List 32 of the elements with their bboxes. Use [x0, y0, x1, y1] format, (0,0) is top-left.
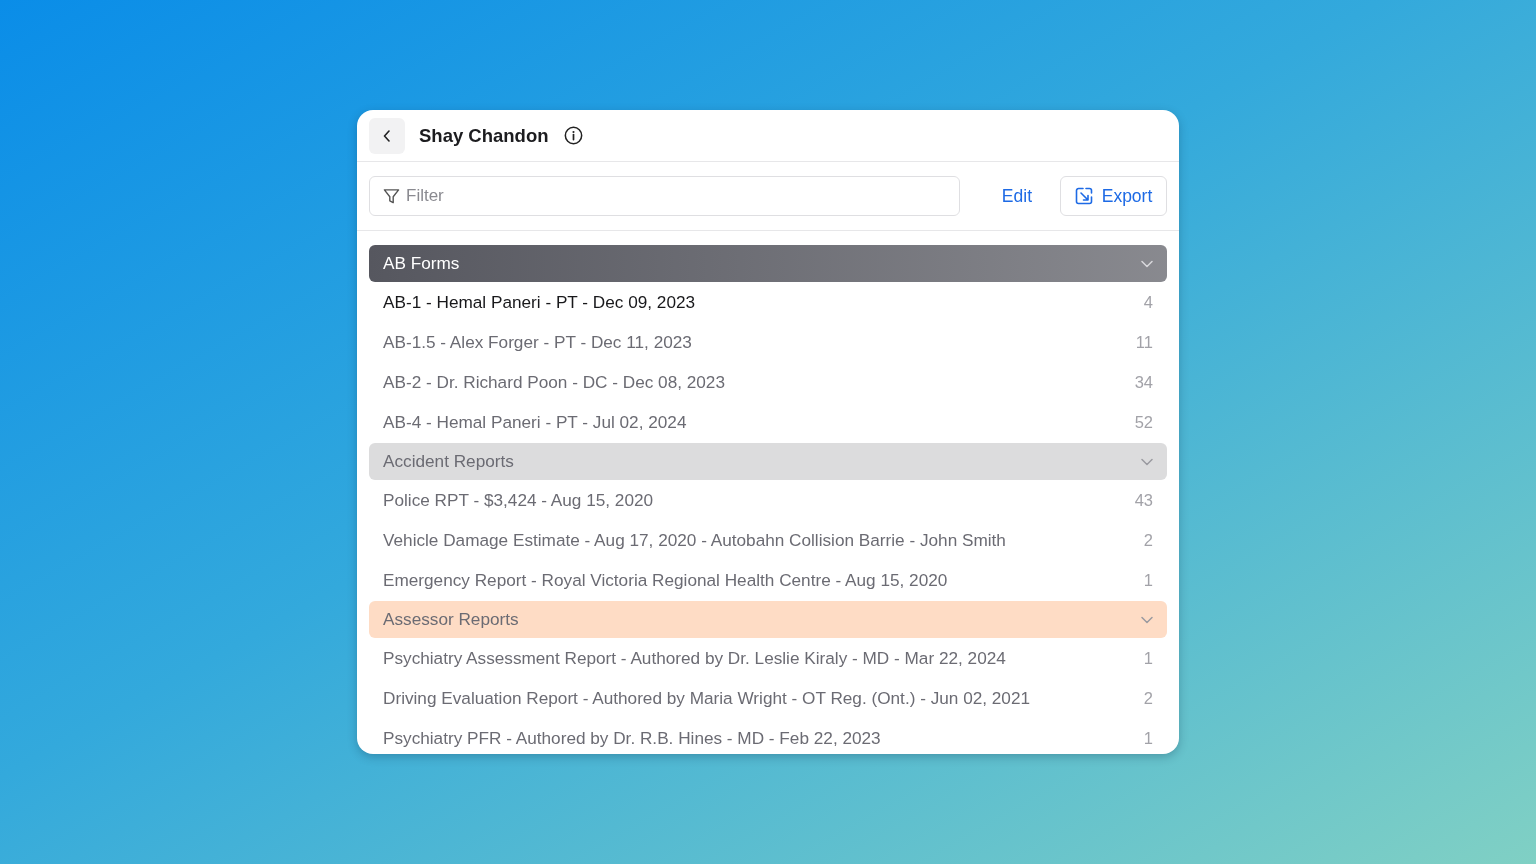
- edit-button[interactable]: Edit: [987, 176, 1046, 216]
- document-item[interactable]: Emergency Report - Royal Victoria Regional Health Centre - Aug 15, 2020: [383, 569, 948, 591]
- document-item[interactable]: AB-2 - Dr. Richard Poon - DC - Dec 08, 2023: [383, 371, 725, 393]
- page-title: Shay Chandon: [419, 124, 549, 147]
- funnel-icon: [383, 187, 400, 205]
- document-item[interactable]: Police RPT - $3,424 - Aug 15, 2020: [383, 489, 654, 511]
- page-count: 1: [1143, 648, 1153, 668]
- document-item[interactable]: AB-4 - Hemal Paneri - PT - Jul 02, 2024: [383, 411, 687, 433]
- document-item[interactable]: AB-1.5 - Alex Forger - PT - Dec 11, 2023: [383, 331, 692, 353]
- back-button[interactable]: [369, 117, 405, 154]
- page-count: 2: [1143, 688, 1153, 708]
- page-count: 52: [1134, 412, 1153, 432]
- group-header[interactable]: Accident Reports: [369, 443, 1167, 480]
- chevron-left-icon: [383, 129, 391, 142]
- export-button[interactable]: Export: [1060, 176, 1167, 216]
- document-item[interactable]: AB-1 - Hemal Paneri - PT - Dec 09, 2023: [383, 291, 696, 313]
- page-count: 1: [1143, 570, 1153, 590]
- document-item[interactable]: Psychiatry PFR - Authored by Dr. R.B. Hines - MD - Feb 22, 2023: [383, 727, 881, 749]
- document-item[interactable]: Driving Evaluation Report - Authored by Maria Wright - OT Reg. (Ont.) - Jun 02, 2021: [383, 687, 1031, 709]
- page-count: 43: [1134, 490, 1153, 510]
- info-icon[interactable]: [563, 126, 583, 145]
- page-count: 34: [1134, 372, 1153, 392]
- page-count: 4: [1143, 292, 1153, 312]
- page-count: 1: [1143, 728, 1153, 748]
- export-icon: [1074, 187, 1093, 205]
- filter-field[interactable]: Filter: [369, 176, 960, 216]
- document-item[interactable]: Vehicle Damage Estimate - Aug 17, 2020 - Autobahn Collision Barrie - John Smith: [383, 529, 1006, 551]
- document-item[interactable]: Psychiatry Assessment Report - Authored by Dr. Leslie Kiraly - MD - Mar 22, 2024: [383, 647, 1006, 669]
- group-header[interactable]: Assessor Reports: [369, 601, 1167, 638]
- page-count: 2: [1143, 530, 1153, 550]
- group-header[interactable]: AB Forms: [369, 245, 1167, 282]
- page-count: 11: [1135, 332, 1153, 352]
